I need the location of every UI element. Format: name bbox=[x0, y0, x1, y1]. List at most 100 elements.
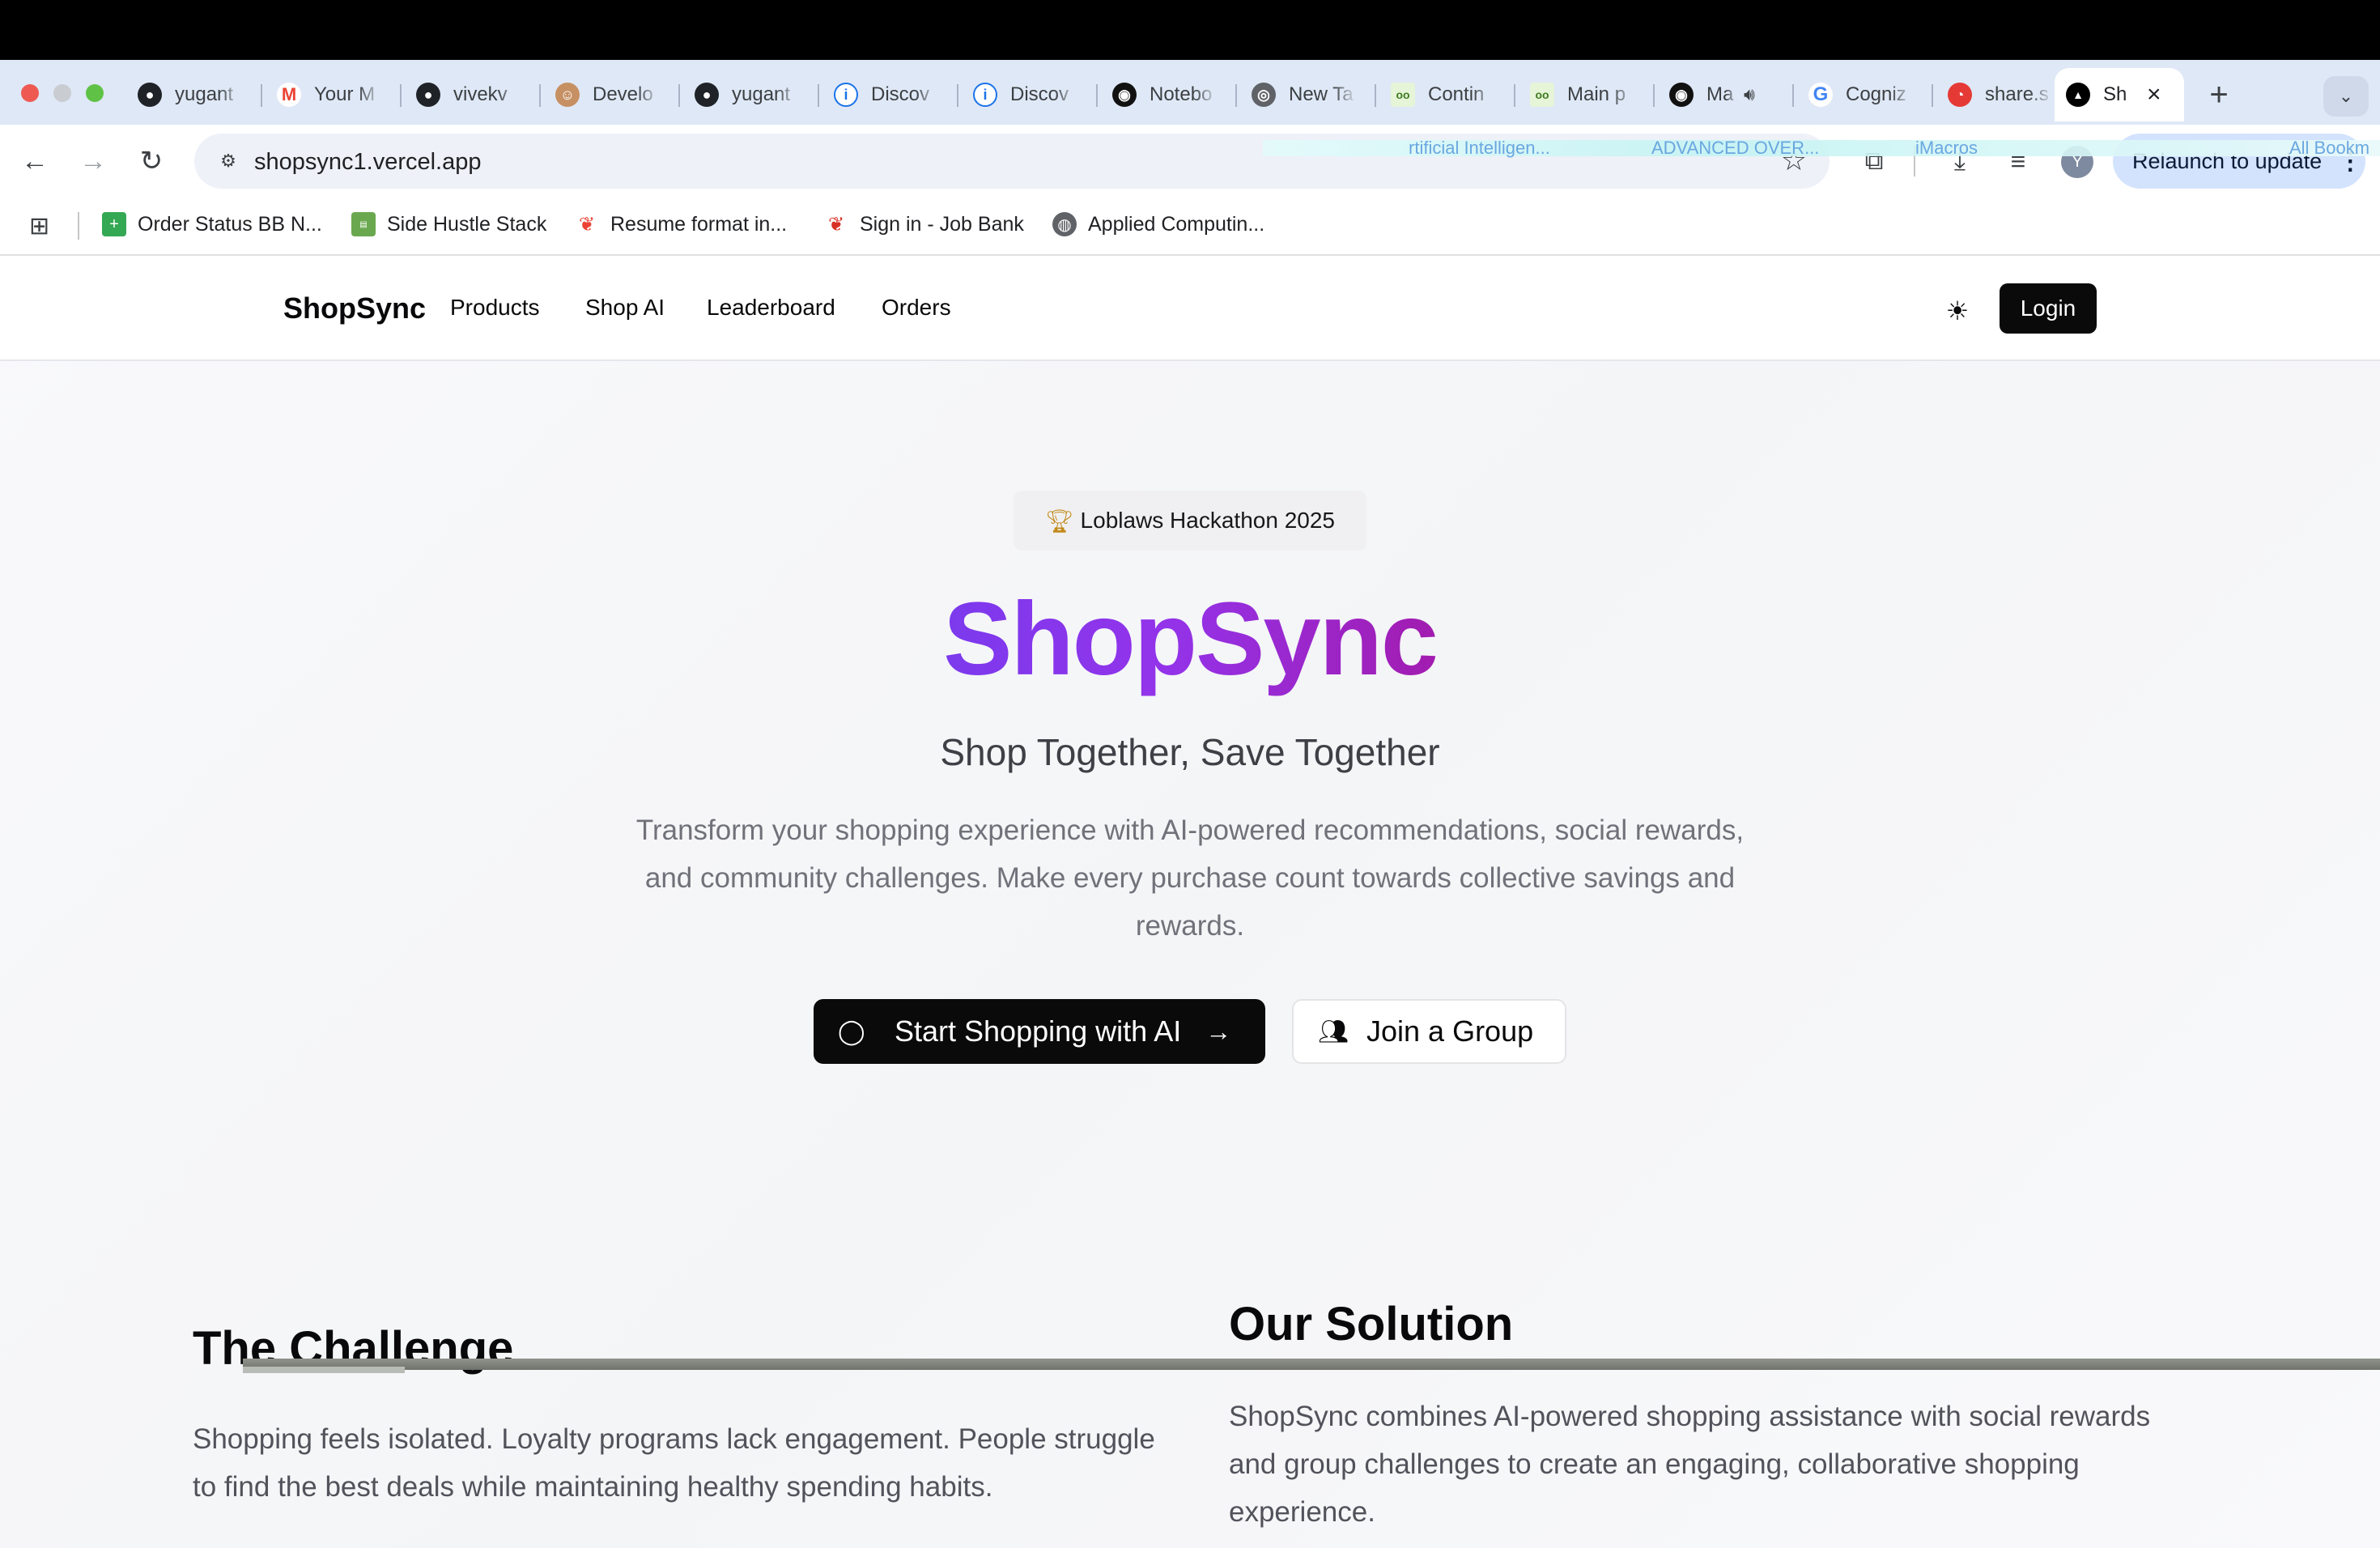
site-settings-icon[interactable]: ⚙ bbox=[212, 145, 244, 177]
bookmark-item[interactable]: iMacros bbox=[1915, 138, 1978, 159]
close-window-button[interactable] bbox=[21, 84, 39, 102]
maple-leaf-icon: ❦ bbox=[575, 212, 599, 236]
bookmark-item[interactable]: ▤ Side Hustle Stack bbox=[351, 212, 546, 236]
browser-tab[interactable]: i Discov bbox=[962, 68, 1098, 121]
active-browser-tab[interactable]: ▲ Sh × bbox=[2055, 68, 2184, 121]
tab-label: Ma bbox=[1706, 83, 1734, 105]
login-button[interactable]: Login bbox=[2000, 283, 2097, 334]
browser-chrome: ● yugant M Your M ● vivekv ☺ Develo ● yu… bbox=[0, 60, 2380, 256]
hero-description: Transform your shopping experience with … bbox=[635, 814, 1745, 942]
browser-tab[interactable]: oo Contin bbox=[1379, 68, 1515, 121]
speaker-icon[interactable]: 🔊︎ bbox=[1744, 84, 1755, 105]
github-icon: ● bbox=[138, 83, 162, 107]
notebook-icon: ◉ bbox=[1669, 83, 1694, 107]
browser-tab[interactable]: ◔ share.s bbox=[1936, 68, 2055, 121]
trophy-icon: 🏆︎ bbox=[1045, 508, 1074, 534]
tab-label: Main p bbox=[1567, 83, 1626, 105]
browser-tab[interactable]: M Your M bbox=[266, 68, 402, 121]
browser-tab[interactable]: ◎ New Ta bbox=[1240, 68, 1376, 121]
hero-title: ShopSync bbox=[943, 581, 1439, 697]
sheets-icon: + bbox=[102, 212, 126, 236]
forward-button[interactable]: → bbox=[74, 142, 112, 180]
browser-tab[interactable]: ● vivekv bbox=[405, 68, 541, 121]
info-icon: i bbox=[973, 83, 997, 107]
new-tab-button[interactable]: + bbox=[2199, 74, 2239, 115]
bookmarks-divider bbox=[78, 212, 79, 240]
badge-label: Loblaws Hackathon 2025 bbox=[1080, 508, 1335, 533]
browser-tab[interactable]: i Discov bbox=[822, 68, 958, 121]
tab-label: Discov bbox=[1010, 83, 1069, 105]
github-icon: ● bbox=[695, 83, 719, 107]
browser-toolbar: ← → ↻ ⚙ shopsync1.vercel.app ☆ ⧉ ⤓ ≡ Y R… bbox=[0, 125, 2380, 198]
browser-tab[interactable]: ● yugant bbox=[126, 68, 262, 121]
share-icon: ◔ bbox=[1948, 83, 1972, 107]
tab-label: vivekv bbox=[453, 83, 508, 105]
solution-text: ShopSync combines AI-powered shopping as… bbox=[1229, 1401, 2151, 1528]
bookmarks-bar: ⊞ + Order Status BB N... ▤ Side Hustle S… bbox=[0, 198, 2380, 256]
all-bookmarks-item[interactable]: All Bookm bbox=[2289, 138, 2369, 159]
browser-tab[interactable]: ☺ Develo bbox=[544, 68, 680, 121]
google-icon: G bbox=[1808, 83, 1833, 107]
close-tab-icon[interactable]: × bbox=[2147, 81, 2161, 108]
bookmark-item[interactable]: + Order Status BB N... bbox=[102, 212, 322, 236]
chat-bubble-icon: ◯ bbox=[838, 1018, 865, 1045]
tab-strip: ● yugant M Your M ● vivekv ☺ Develo ● yu… bbox=[0, 60, 2380, 125]
theme-toggle-sun-icon[interactable]: ☀ bbox=[1941, 295, 1974, 327]
minimize-window-button[interactable] bbox=[53, 84, 71, 102]
bookmark-item[interactable]: ADVANCED OVER... bbox=[1651, 138, 1819, 159]
browser-tab[interactable]: ◉ Ma 🔊︎ bbox=[1658, 68, 1794, 121]
vercel-icon: ▲ bbox=[2066, 83, 2090, 107]
solution-heading: Our Solution bbox=[1229, 1298, 1514, 1350]
join-group-button[interactable]: 👥︎ Join a Group bbox=[1292, 999, 1566, 1064]
nav-shop-ai[interactable]: Shop AI bbox=[585, 295, 665, 321]
tab-label: yugant bbox=[732, 83, 791, 105]
browser-tab[interactable]: G Cogniz bbox=[1797, 68, 1933, 121]
url-text[interactable]: shopsync1.vercel.app bbox=[254, 149, 482, 176]
bookmark-item[interactable]: ❦ Resume format in... bbox=[575, 212, 787, 236]
tab-label: Sh bbox=[2103, 83, 2127, 105]
bookmark-item[interactable]: rtificial Intelligen... bbox=[1409, 138, 1550, 159]
tab-search-button[interactable]: ⌄ bbox=[2323, 76, 2369, 117]
app-icon: oo bbox=[1530, 83, 1554, 107]
hero-subtitle: Shop Together, Save Together bbox=[940, 731, 1440, 773]
reload-button[interactable]: ↻ bbox=[133, 142, 170, 180]
tab-label: yugant bbox=[175, 83, 234, 105]
nav-products[interactable]: Products bbox=[450, 295, 540, 321]
gmail-icon: M bbox=[277, 83, 301, 107]
bookmark-item[interactable]: ❦ Sign in - Job Bank bbox=[824, 212, 1024, 236]
avatar-icon: ☺ bbox=[555, 83, 580, 107]
globe-icon: ◍ bbox=[1052, 212, 1077, 236]
browser-tab[interactable]: ● yugant bbox=[683, 68, 819, 121]
tab-label: Contin bbox=[1428, 83, 1485, 105]
browser-tab[interactable]: ◉ Notebo bbox=[1101, 68, 1237, 121]
browser-tab[interactable]: oo Main p bbox=[1519, 68, 1655, 121]
maple-leaf-icon: ❦ bbox=[824, 212, 848, 236]
bookmark-item[interactable]: ◍ Applied Computin... bbox=[1052, 212, 1264, 236]
info-icon: i bbox=[834, 83, 858, 107]
bookmark-label: Applied Computin... bbox=[1088, 212, 1265, 236]
bookmark-label: Resume format in... bbox=[610, 212, 788, 236]
app-icon: oo bbox=[1391, 83, 1415, 107]
doc-icon: ▤ bbox=[351, 212, 376, 236]
tab-label: Cogniz bbox=[1846, 83, 1906, 105]
tab-label: New Ta bbox=[1289, 83, 1354, 105]
nav-orders[interactable]: Orders bbox=[882, 295, 951, 321]
nav-leaderboard[interactable]: Leaderboard bbox=[707, 295, 835, 321]
challenge-text: Shopping feels isolated. Loyalty program… bbox=[193, 1423, 1155, 1503]
render-glitch-bar bbox=[243, 1359, 2380, 1370]
site-logo[interactable]: ShopSync bbox=[283, 291, 426, 325]
users-icon: 👥︎ bbox=[1318, 1018, 1349, 1045]
tab-label: Discov bbox=[871, 83, 930, 105]
maximize-window-button[interactable] bbox=[86, 84, 104, 102]
site-header: ShopSync Products Shop AI Leaderboard Or… bbox=[0, 256, 2380, 361]
apps-grid-icon[interactable]: ⊞ bbox=[29, 212, 49, 240]
back-button[interactable]: ← bbox=[16, 142, 53, 180]
tab-label: Your M bbox=[314, 83, 376, 105]
start-shopping-button[interactable]: ◯ Start Shopping with AI → bbox=[814, 999, 1265, 1064]
bookmark-label: Order Status BB N... bbox=[138, 212, 322, 236]
join-group-label: Join a Group bbox=[1366, 1014, 1534, 1048]
start-shopping-label: Start Shopping with AI bbox=[895, 1014, 1182, 1048]
chrome-icon: ◎ bbox=[1252, 83, 1276, 107]
hackathon-badge: 🏆︎ Loblaws Hackathon 2025 bbox=[1014, 491, 1366, 551]
notebook-icon: ◉ bbox=[1112, 83, 1137, 107]
